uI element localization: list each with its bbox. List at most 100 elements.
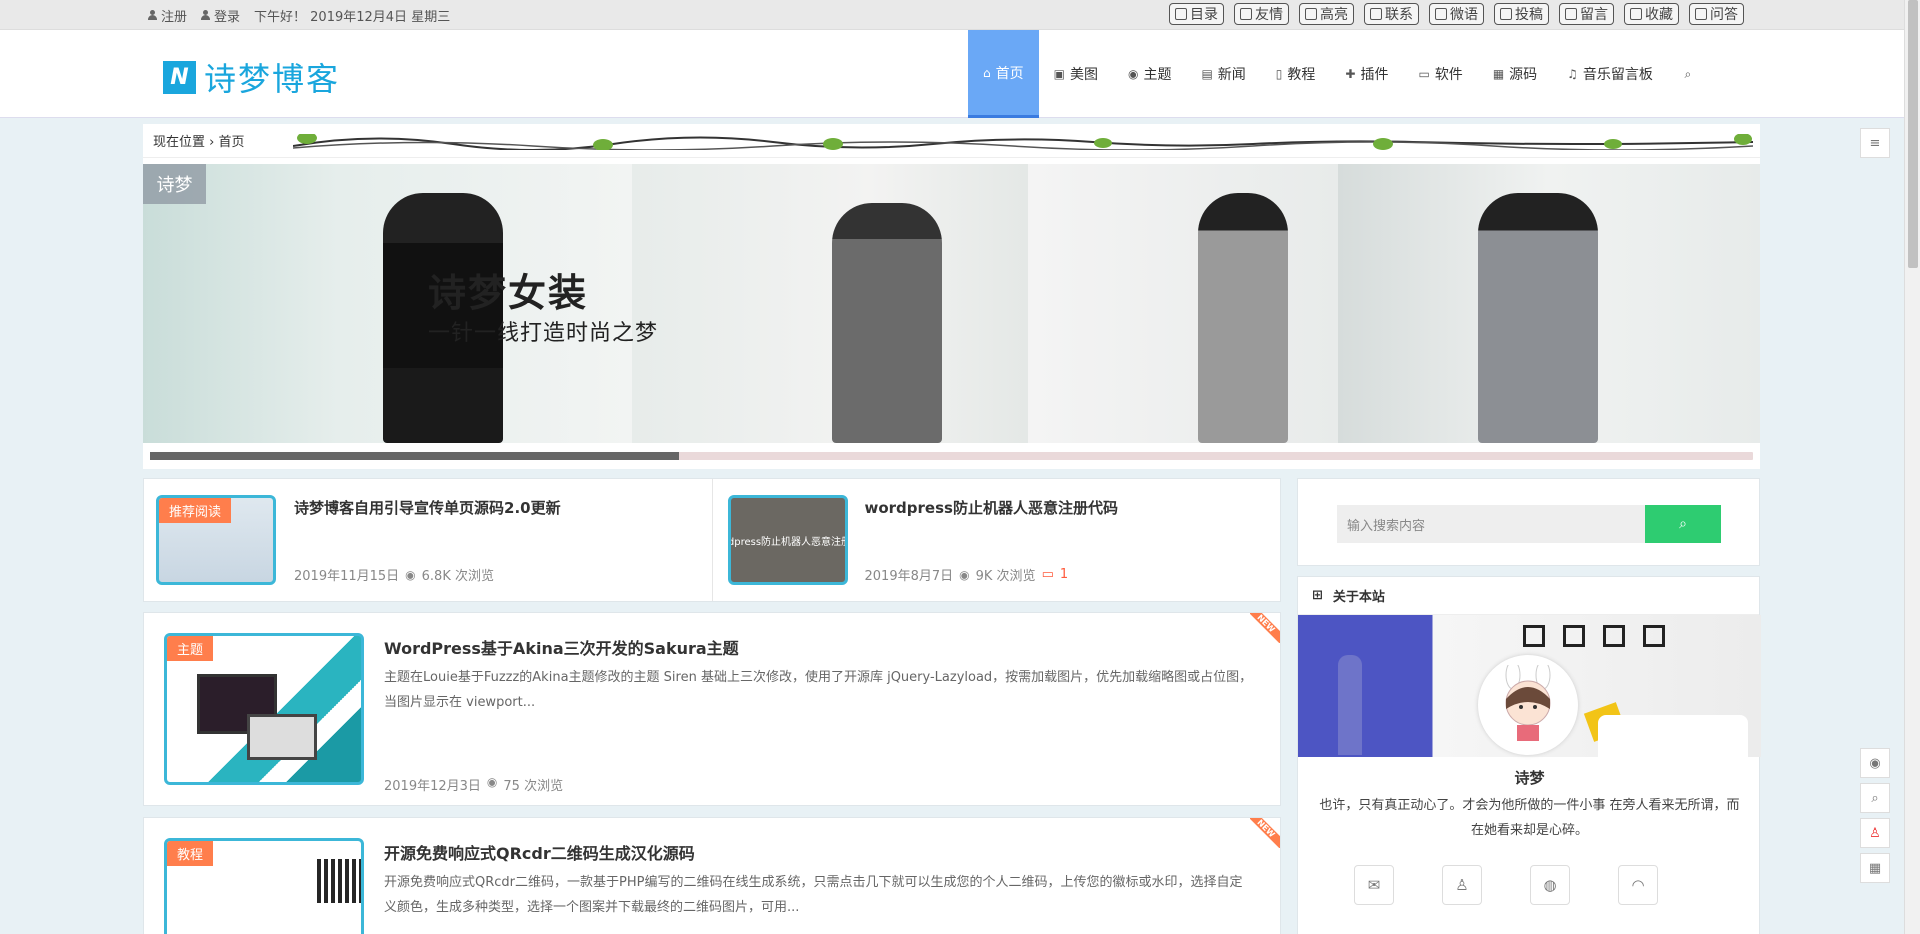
topbar-button-friends[interactable]: 友情 xyxy=(1234,3,1289,25)
eye-icon: ◉ xyxy=(959,567,970,582)
wechat-button[interactable]: ✉ xyxy=(1354,865,1394,905)
button-label: 目录 xyxy=(1190,7,1218,23)
nav-item-music-board[interactable]: ♫ 音乐留言板 xyxy=(1552,30,1668,118)
slide-tag: 诗梦 xyxy=(143,164,206,204)
nav-search-button[interactable]: ⌕ xyxy=(1668,30,1708,118)
register-link[interactable]: 注册 xyxy=(148,6,187,25)
topbar-button-weiyu[interactable]: 微语 xyxy=(1429,3,1484,25)
page-scrollbar[interactable] xyxy=(1904,0,1920,934)
search-input[interactable]: 输入搜索内容 xyxy=(1337,505,1645,543)
featured-title[interactable]: 诗梦博客自用引导宣传单页源码2.0更新 xyxy=(294,497,561,518)
post-excerpt: 开源免费响应式QRcdr二维码，一款基于PHP编写的二维码在线生成系统，只需点击… xyxy=(384,875,1243,915)
button-label: 高亮 xyxy=(1320,7,1348,23)
topbar-button-catalog[interactable]: 目录 xyxy=(1169,3,1224,25)
topbar-button-favorite[interactable]: 收藏 xyxy=(1624,3,1679,25)
float-search-button[interactable]: ⌕ xyxy=(1860,783,1890,813)
nav-label: 软件 xyxy=(1434,67,1463,83)
top-bar-buttons: 目录 友情 高亮 联系 微语 投稿 留言 收藏 问答 xyxy=(1169,3,1744,25)
search-icon: ⌕ xyxy=(1871,790,1879,806)
nav-label: 源码 xyxy=(1509,67,1538,83)
nav-item-plugins[interactable]: ✚ 插件 xyxy=(1330,30,1403,118)
qr-code-icon xyxy=(317,859,361,903)
social-links: ✉ ♙ ◍ ◠ xyxy=(1354,865,1658,905)
slider-progress-bar[interactable] xyxy=(150,452,1753,460)
menu-toggle-button[interactable]: ≡ xyxy=(1860,128,1890,158)
featured-thumbnail[interactable]: rdpress防止机器人恶意注册 xyxy=(727,495,848,585)
eye-icon: ◉ xyxy=(486,775,498,789)
nav-item-news[interactable]: ▤ 新闻 xyxy=(1186,30,1260,118)
post-excerpt: 主题在Louie基于Fuzzz的Akina主题修改的主题 Siren 基础上三次… xyxy=(384,670,1253,710)
question-icon xyxy=(1695,8,1707,20)
featured-row: 推荐阅读 诗梦博客自用引导宣传单页源码2.0更新 2019年11月15日 ◉ 6… xyxy=(143,478,1281,602)
featured-title[interactable]: wordpress防止机器人恶意注册代码 xyxy=(865,497,1118,518)
topbar-button-submit[interactable]: 投稿 xyxy=(1494,3,1549,25)
link-icon xyxy=(1240,8,1252,20)
avatar[interactable] xyxy=(1478,655,1578,755)
slide-panel xyxy=(1338,164,1760,443)
newspaper-icon: ▤ xyxy=(1201,67,1213,81)
featured-item[interactable]: 推荐阅读 诗梦博客自用引导宣传单页源码2.0更新 2019年11月15日 ◉ 6… xyxy=(144,479,713,601)
reading-mode-button[interactable]: ◉ xyxy=(1860,748,1890,778)
breadcrumb-text: 现在位置 › 首页 xyxy=(153,135,245,150)
site-logo[interactable]: N 诗梦博客 xyxy=(163,54,340,100)
featured-thumbnail[interactable]: 推荐阅读 xyxy=(156,495,276,585)
post-date: 2019年11月15日 xyxy=(294,569,400,584)
nav-item-gallery[interactable]: ▣ 美图 xyxy=(1039,30,1113,118)
breadcrumb: 现在位置 › 首页 xyxy=(143,124,1760,158)
float-qq-button[interactable]: ♙ xyxy=(1860,818,1890,848)
float-qrcode-button[interactable]: ▦ xyxy=(1860,853,1890,883)
nav-item-tutorials[interactable]: ▯ 教程 xyxy=(1261,30,1331,118)
logo-text: 诗梦博客 xyxy=(204,60,341,98)
search-button[interactable]: ⌕ xyxy=(1645,505,1721,543)
post-title[interactable]: WordPress基于Akina三次开发的Sakura主题 xyxy=(384,635,739,659)
user-icon xyxy=(148,10,157,20)
image-icon: ▣ xyxy=(1053,67,1065,81)
nav-label: 美图 xyxy=(1069,67,1098,83)
featured-meta: 2019年8月7日 ◉ 9K 次浏览 ▭ 1 xyxy=(865,565,1069,584)
nav-label: 插件 xyxy=(1360,67,1389,83)
post-thumbnail[interactable]: 主题 xyxy=(164,633,364,785)
search-icon: ⌕ xyxy=(1679,516,1687,532)
rss-icon: ◠ xyxy=(1631,876,1645,894)
nav-label: 首页 xyxy=(995,65,1024,82)
code-icon: ▦ xyxy=(1492,67,1505,81)
greeting-text: 下午好！ 2019年12月4日 星期三 xyxy=(254,9,451,25)
nav-item-source[interactable]: ▦ 源码 xyxy=(1478,30,1552,118)
frame-decoration xyxy=(1603,625,1625,647)
pen-icon xyxy=(1305,8,1317,20)
topbar-button-highlight[interactable]: 高亮 xyxy=(1299,3,1354,25)
qq-button[interactable]: ♙ xyxy=(1442,865,1482,905)
sofa-decoration xyxy=(1598,715,1748,757)
post-views: 6.8K 次浏览 xyxy=(421,569,494,584)
topbar-button-qa[interactable]: 问答 xyxy=(1689,3,1744,25)
weibo-button[interactable]: ◍ xyxy=(1530,865,1570,905)
login-link[interactable]: 登录 xyxy=(201,6,240,25)
button-label: 投稿 xyxy=(1515,7,1543,23)
puzzle-icon: ✚ xyxy=(1345,67,1356,81)
new-ribbon: NEW xyxy=(1250,613,1280,643)
topbar-button-message[interactable]: 留言 xyxy=(1559,3,1614,25)
nav-item-themes[interactable]: ◉ 主题 xyxy=(1113,30,1186,118)
post-thumbnail[interactable]: 教程 xyxy=(164,838,364,934)
logo-mark-icon: N xyxy=(163,60,196,94)
topbar-button-contact[interactable]: 联系 xyxy=(1364,3,1419,25)
rss-button[interactable]: ◠ xyxy=(1618,865,1658,905)
button-label: 微语 xyxy=(1450,7,1478,23)
top-bar-left: 注册 登录 下午好！ 2019年12月4日 星期三 xyxy=(148,0,450,30)
main-nav: ⌂ 首页 ▣ 美图 ◉ 主题 ▤ 新闻 ▯ 教程 ✚ 插件 ▭ 软件 ▦ 源码 ♫ 音乐留言板 ⌕ xyxy=(968,30,1708,118)
post-date: 2019年8月7日 xyxy=(864,569,954,584)
login-label: 登录 xyxy=(214,9,241,25)
nav-item-software[interactable]: ▭ 软件 xyxy=(1403,30,1477,118)
slider-progress-fill xyxy=(150,452,679,460)
slide-image[interactable]: 诗梦 诗梦女装 一针一线打造时尚之梦 xyxy=(143,164,1760,443)
slide-panel xyxy=(632,164,1028,443)
window-icon: ▭ xyxy=(1418,67,1430,81)
palette-icon: ◉ xyxy=(1127,67,1139,81)
nav-item-home[interactable]: ⌂ 首页 xyxy=(968,30,1039,118)
site-header: N 诗梦博客 ⌂ 首页 ▣ 美图 ◉ 主题 ▤ 新闻 ▯ 教程 ✚ 插件 ▭ 软件 ▦ 源码 ♫… xyxy=(0,30,1904,118)
scrollbar-thumb[interactable] xyxy=(1908,0,1918,268)
wechat-icon: ✉ xyxy=(1367,876,1381,894)
model-figure xyxy=(1198,193,1288,443)
featured-item[interactable]: rdpress防止机器人恶意注册 wordpress防止机器人恶意注册代码 20… xyxy=(713,479,1281,601)
post-title[interactable]: 开源免费响应式QRcdr二维码生成汉化源码 xyxy=(384,840,695,864)
